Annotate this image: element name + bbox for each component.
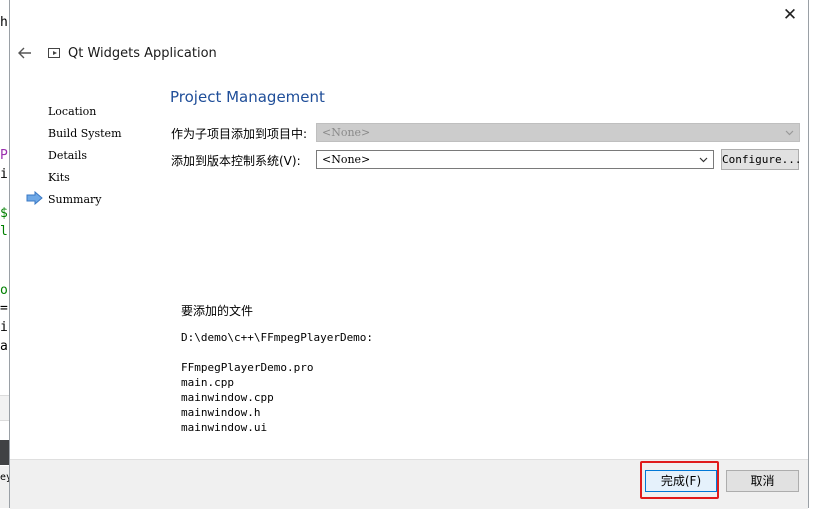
editor-glyph: a [0, 339, 8, 354]
dialog-footer: 完成(F) 取消 [10, 459, 808, 509]
subproject-value: <None> [322, 126, 371, 139]
step-summary-label: Summary [48, 193, 102, 206]
list-item: mainwindow.ui [181, 421, 268, 434]
editor-glyph: h [0, 15, 8, 30]
chevron-down-icon [785, 130, 794, 136]
current-step-arrow-icon [26, 191, 43, 205]
editor-glyph: $ [0, 206, 8, 221]
new-project-wizard-dialog: ✕ Qt Widgets Application Location Build … [9, 0, 809, 509]
wizard-title: Qt Widgets Application [68, 46, 217, 61]
vcs-value: <None> [322, 153, 371, 166]
finish-button[interactable]: 完成(F) [645, 470, 717, 492]
step-details: Details [48, 149, 87, 162]
vcs-label: 添加到版本控制系统(V): [171, 154, 301, 168]
list-item: mainwindow.cpp [181, 391, 274, 404]
subproject-label: 作为子项目添加到项目中: [171, 127, 308, 141]
back-button[interactable] [14, 42, 36, 64]
application-window-icon [48, 48, 60, 58]
configure-button[interactable]: Configure... [721, 149, 801, 170]
step-build-system: Build System [48, 127, 122, 140]
step-summary: Summary [26, 191, 102, 206]
list-item: main.cpp [181, 376, 234, 389]
editor-glyph: i [0, 167, 8, 182]
chevron-down-icon [699, 157, 708, 163]
files-path: D:\demo\c++\FFmpegPlayerDemo: [181, 331, 374, 344]
editor-glyph: P [0, 148, 8, 163]
subproject-combobox[interactable]: <None> [316, 123, 800, 142]
file-list: FFmpegPlayerDemo.pro main.cpp mainwindow… [181, 360, 313, 435]
list-item: FFmpegPlayerDemo.pro [181, 361, 314, 374]
page-heading: Project Management [170, 88, 325, 106]
list-item: mainwindow.h [181, 406, 261, 419]
editor-glyph: i [0, 320, 8, 335]
step-location: Location [48, 105, 97, 118]
vcs-combobox[interactable]: <None> [316, 150, 714, 169]
editor-glyph: o [0, 283, 8, 298]
arrow-left-icon [18, 47, 31, 59]
editor-glyph: = [0, 301, 8, 316]
files-heading: 要添加的文件 [181, 304, 254, 318]
cancel-button[interactable]: 取消 [726, 470, 799, 492]
step-kits: Kits [48, 171, 70, 184]
editor-glyph: l [0, 224, 8, 239]
close-button[interactable]: ✕ [778, 3, 802, 27]
